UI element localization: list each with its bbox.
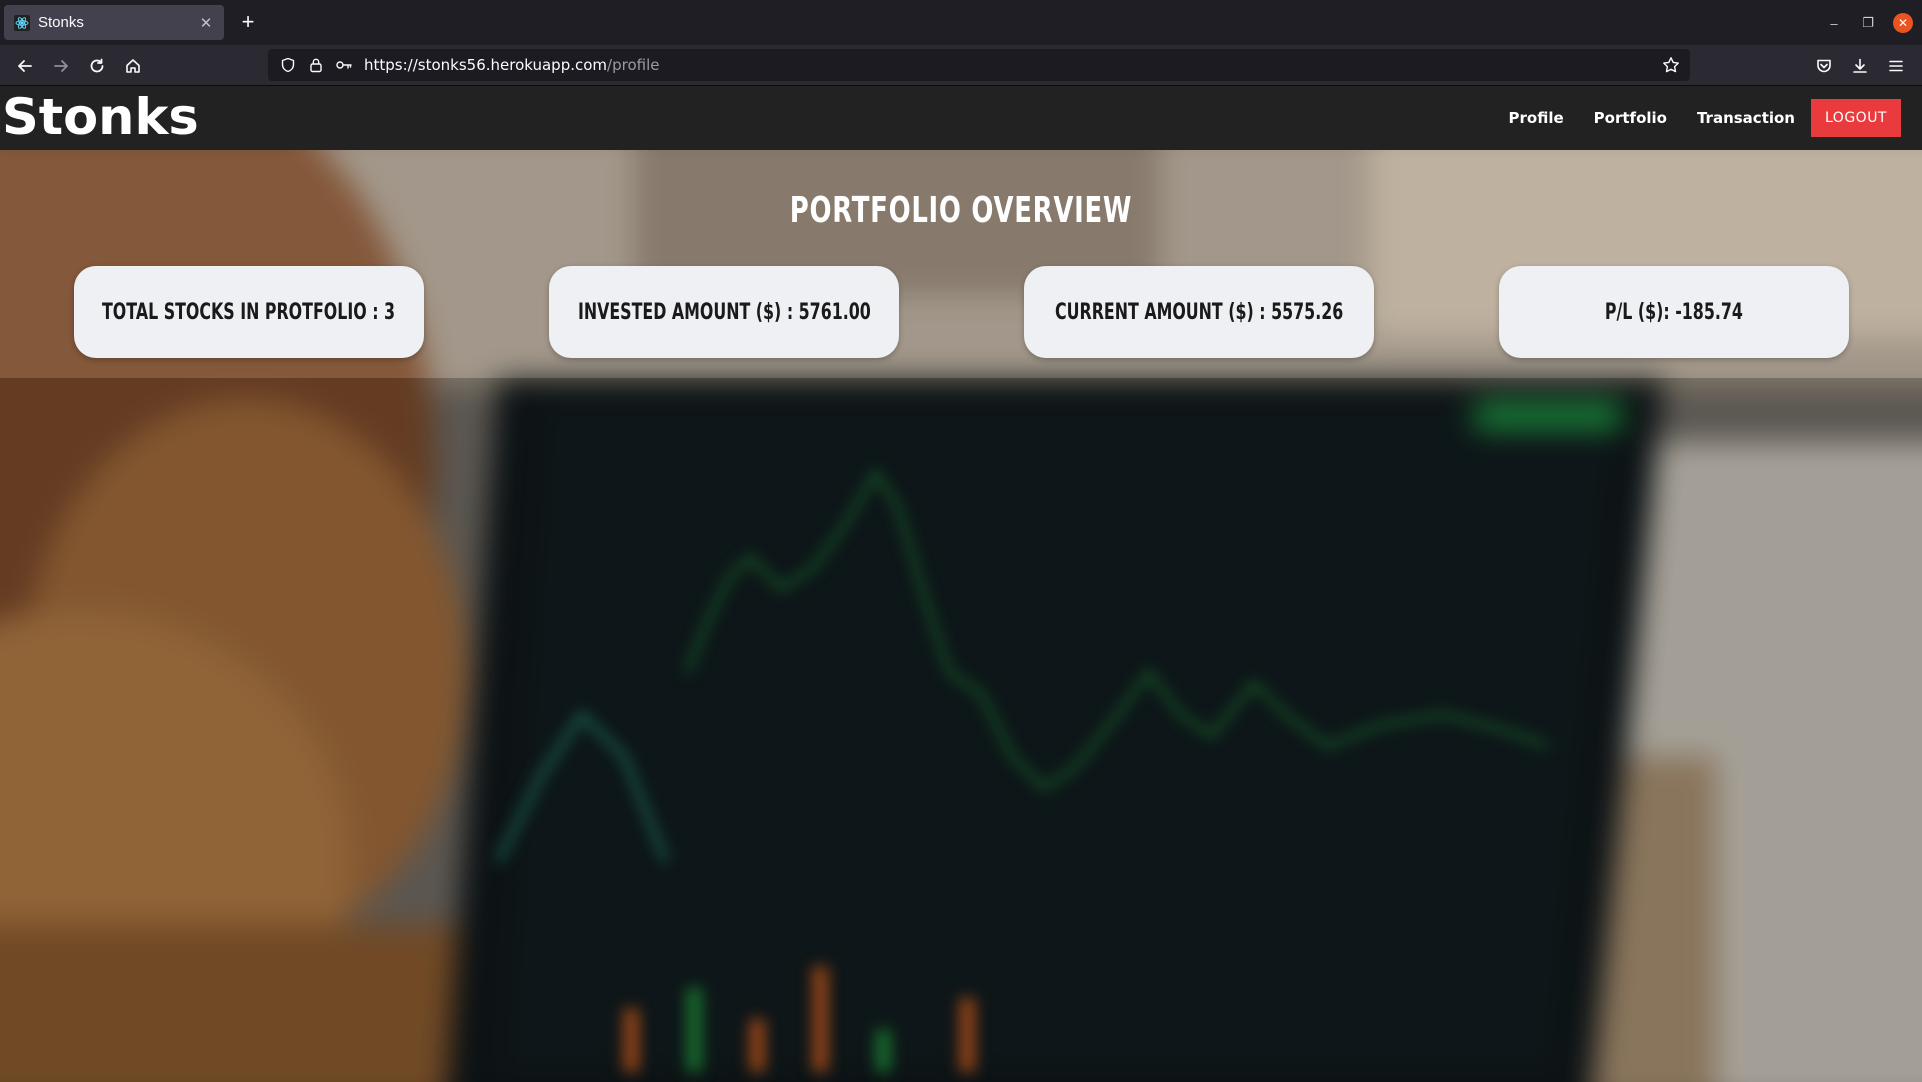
invested-amount-text: INVESTED AMOUNT ($) : 5761.00 (577, 299, 871, 325)
tab-title: Stonks (38, 14, 84, 31)
total-stocks-text: TOTAL STOCKS IN PROTFOLIO : 3 (102, 299, 396, 325)
profit-loss-card: P/L ($): -185.74 (1499, 266, 1849, 358)
browser-tab[interactable]: Stonks ✕ (4, 5, 224, 40)
restore-window-icon[interactable]: ❐ (1858, 13, 1878, 33)
minimize-window-icon[interactable]: – (1824, 13, 1844, 33)
portfolio-overview-title: PORTFOLIO OVERVIEW (789, 190, 1133, 231)
current-amount-text: CURRENT AMOUNT ($) : 5575.26 (1054, 299, 1344, 325)
site-nav: Profile Portfolio Transaction LOGOUT (1509, 86, 1922, 150)
forward-arrow-icon[interactable] (48, 53, 74, 79)
close-tab-icon[interactable]: ✕ (198, 14, 214, 32)
url-path: /profile (607, 56, 660, 74)
invested-amount-card: INVESTED AMOUNT ($) : 5761.00 (549, 266, 899, 358)
url-host: https://stonks56.herokuapp.com (364, 56, 608, 74)
home-icon[interactable] (120, 53, 146, 79)
reload-icon[interactable] (84, 53, 110, 79)
nav-transaction-link[interactable]: Transaction (1697, 109, 1795, 127)
profit-loss-text: P/L ($): -185.74 (1604, 299, 1744, 325)
lock-icon[interactable] (302, 49, 330, 81)
portfolio-overview-section: PORTFOLIO OVERVIEW TOTAL STOCKS IN PROTF… (0, 150, 1922, 1082)
pocket-icon[interactable] (1811, 53, 1837, 79)
browser-tab-strip: Stonks ✕ + – ❐ ✕ (0, 0, 1922, 45)
web-page: Stonks Profile Portfolio Transaction LOG… (0, 86, 1922, 1082)
lower-overlay (0, 378, 1922, 1082)
nav-profile-link[interactable]: Profile (1509, 109, 1564, 127)
brand-logo[interactable]: Stonks (2, 90, 199, 144)
total-stocks-card: TOTAL STOCKS IN PROTFOLIO : 3 (74, 266, 424, 358)
shield-icon[interactable] (274, 49, 302, 81)
key-icon[interactable] (330, 49, 358, 81)
menu-icon[interactable] (1883, 53, 1909, 79)
browser-toolbar: https://stonks56.herokuapp.com/profile (0, 45, 1922, 86)
address-bar[interactable]: https://stonks56.herokuapp.com/profile (268, 49, 1690, 81)
new-tab-button[interactable]: + (236, 10, 260, 34)
react-favicon-icon (14, 14, 30, 31)
logout-button[interactable]: LOGOUT (1811, 99, 1901, 137)
bookmark-star-icon[interactable] (1660, 54, 1682, 76)
back-arrow-icon[interactable] (12, 53, 38, 79)
url-text: https://stonks56.herokuapp.com/profile (364, 56, 659, 74)
current-amount-card: CURRENT AMOUNT ($) : 5575.26 (1024, 266, 1374, 358)
download-icon[interactable] (1847, 53, 1873, 79)
close-window-icon[interactable]: ✕ (1893, 13, 1913, 33)
nav-portfolio-link[interactable]: Portfolio (1594, 109, 1667, 127)
site-header: Stonks Profile Portfolio Transaction LOG… (0, 86, 1922, 150)
